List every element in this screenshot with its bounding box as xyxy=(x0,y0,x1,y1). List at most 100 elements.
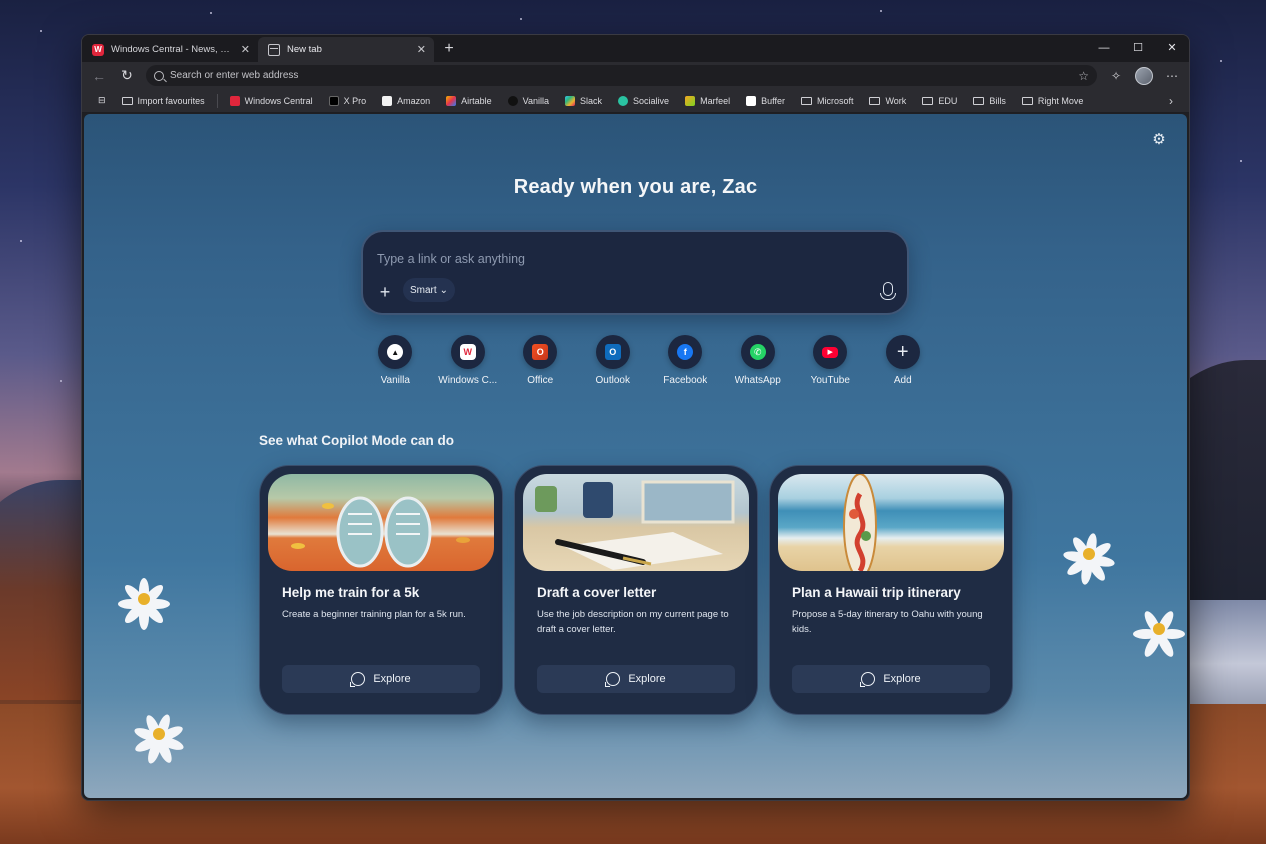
bookmark-x-pro[interactable]: X Pro xyxy=(321,95,375,106)
bookmark-label: EDU xyxy=(938,95,958,106)
browser-window: W Windows Central - News, Reviews ✕ New … xyxy=(81,34,1190,801)
daisy-flower-decoration xyxy=(1059,524,1119,586)
address-bar[interactable]: Search or enter web address ☆ xyxy=(146,65,1097,86)
tab-new-tab[interactable]: New tab ✕ xyxy=(258,37,434,62)
bookmarks-bar: ⊟ Import favourites Windows Central X Pr… xyxy=(82,89,1189,113)
bookmark-vanilla[interactable]: Vanilla xyxy=(500,95,557,106)
x-icon xyxy=(328,95,339,106)
windows-central-icon: W xyxy=(459,344,476,360)
bookmarks-divider xyxy=(216,93,218,108)
window-controls: — ☐ ✕ xyxy=(1087,35,1189,62)
bookmark-slack[interactable]: Slack xyxy=(557,95,610,106)
new-tab-icon xyxy=(268,43,280,56)
profile-avatar[interactable] xyxy=(1135,66,1153,85)
explore-button[interactable]: Explore xyxy=(792,665,990,693)
chat-bubble-icon xyxy=(860,672,876,687)
refresh-icon[interactable]: ↻ xyxy=(118,67,136,84)
bookmark-marfeel[interactable]: Marfeel xyxy=(677,95,738,106)
back-icon[interactable]: ← xyxy=(90,68,108,84)
tab-title: Windows Central - News, Reviews xyxy=(111,44,234,55)
close-tab-icon[interactable]: ✕ xyxy=(241,43,250,56)
facebook-icon: f xyxy=(677,344,694,360)
youtube-icon: ▶ xyxy=(822,346,839,358)
card-description: Use the job description on my current pa… xyxy=(537,609,729,635)
vanilla-icon: ▲ xyxy=(387,344,404,360)
shortcut-vanilla[interactable]: ▲ Vanilla xyxy=(359,335,432,386)
bookmark-folder-microsoft[interactable]: Microsoft xyxy=(793,96,862,106)
extensions-icon[interactable]: ✧ xyxy=(1107,69,1125,83)
more-menu-icon[interactable]: ⋯ xyxy=(1163,69,1181,83)
chat-bubble-icon xyxy=(605,672,621,687)
buffer-icon xyxy=(746,95,757,106)
search-icon xyxy=(154,70,164,81)
explore-label: Explore xyxy=(883,673,921,685)
shortcut-label: Office xyxy=(527,375,554,386)
microphone-icon[interactable] xyxy=(880,282,896,300)
bookmark-buffer[interactable]: Buffer xyxy=(738,95,793,106)
bookmark-folder-right-move[interactable]: Right Move xyxy=(1014,96,1092,106)
close-window-icon[interactable]: ✕ xyxy=(1155,35,1189,62)
copilot-card-train-5k[interactable]: Help me train for a 5k Create a beginner… xyxy=(259,465,503,715)
maximize-icon[interactable]: ☐ xyxy=(1121,35,1155,62)
mode-label: Smart xyxy=(410,284,437,296)
plus-icon: + xyxy=(896,340,909,363)
card-title: Draft a cover letter xyxy=(537,585,657,600)
chat-input[interactable]: Type a link or ask anything xyxy=(377,252,525,266)
bookmark-import-favourites[interactable]: Import favourites xyxy=(114,96,213,106)
copilot-chat-box[interactable]: Type a link or ask anything + Smart ⌄ xyxy=(361,230,909,315)
daisy-flower-decoration xyxy=(114,569,174,630)
explore-button[interactable]: Explore xyxy=(282,665,480,693)
marfeel-icon xyxy=(685,95,696,106)
card-title: Help me train for a 5k xyxy=(282,585,420,600)
plus-icon[interactable]: + xyxy=(377,282,393,303)
tab-windows-central[interactable]: W Windows Central - News, Reviews ✕ xyxy=(82,37,258,62)
tab-title: New tab xyxy=(287,44,322,55)
bookmark-windows-central[interactable]: Windows Central xyxy=(222,95,321,106)
bookmark-label: Bills xyxy=(989,95,1006,106)
shortcut-youtube[interactable]: ▶ YouTube xyxy=(794,335,867,386)
close-tab-icon[interactable]: ✕ xyxy=(417,43,426,56)
bookmark-folder-bills[interactable]: Bills xyxy=(965,96,1014,106)
new-tab-page: ⚙ Ready when you are, Zac Type a link or… xyxy=(84,114,1187,798)
shortcut-facebook[interactable]: f Facebook xyxy=(649,335,722,386)
bookmark-folder-work[interactable]: Work xyxy=(861,96,914,106)
bookmark-label: Airtable xyxy=(461,95,492,106)
favourite-star-icon[interactable]: ☆ xyxy=(1078,69,1089,83)
chevron-down-icon: ⌄ xyxy=(439,284,449,296)
copilot-card-hawaii-trip[interactable]: Plan a Hawaii trip itinerary Propose a 5… xyxy=(769,465,1013,715)
bookmark-amazon[interactable]: Amazon xyxy=(374,95,438,106)
shortcut-label: YouTube xyxy=(810,375,850,386)
copilot-card-cover-letter[interactable]: Draft a cover letter Use the job descrip… xyxy=(514,465,758,715)
folder-icon xyxy=(1021,96,1033,105)
bookmark-label: Work xyxy=(885,95,907,106)
shortcut-office[interactable]: O Office xyxy=(504,335,577,386)
vanilla-icon xyxy=(507,95,518,106)
slack-icon xyxy=(565,95,576,106)
shortcut-add[interactable]: + Add xyxy=(867,335,940,386)
mode-selector[interactable]: Smart ⌄ xyxy=(403,278,456,302)
toolbar: ← ↻ Search or enter web address ☆ ✧ ⋯ xyxy=(82,62,1189,89)
bookmark-airtable[interactable]: Airtable xyxy=(438,95,500,106)
shortcut-whatsapp[interactable]: ✆ WhatsApp xyxy=(722,335,795,386)
new-tab-button[interactable]: + xyxy=(440,40,458,58)
bookmark-socialive[interactable]: Socialive xyxy=(610,95,677,106)
surfboard-beach-illustration xyxy=(778,474,1004,571)
bookmarks-toggle-icon[interactable]: ⊟ xyxy=(90,95,114,106)
bookmark-folder-edu[interactable]: EDU xyxy=(914,96,965,106)
office-icon: O xyxy=(532,344,549,360)
bookmark-label: Vanilla xyxy=(522,95,550,106)
settings-gear-icon[interactable]: ⚙ xyxy=(1151,132,1167,148)
shortcut-label: Windows C... xyxy=(438,375,498,386)
section-title: See what Copilot Mode can do xyxy=(259,433,455,448)
windows-central-icon xyxy=(229,95,240,106)
shortcut-label: Add xyxy=(893,375,912,386)
airtable-icon xyxy=(446,95,457,106)
chevron-right-icon[interactable]: › xyxy=(1169,94,1181,108)
shortcut-windows-central[interactable]: W Windows C... xyxy=(432,335,505,386)
explore-button[interactable]: Explore xyxy=(537,665,735,693)
daisy-flower-decoration xyxy=(1133,604,1185,660)
shortcut-outlook[interactable]: O Outlook xyxy=(577,335,650,386)
minimize-icon[interactable]: — xyxy=(1087,35,1121,62)
bookmark-label: Buffer xyxy=(761,95,785,106)
amazon-icon xyxy=(382,95,393,106)
